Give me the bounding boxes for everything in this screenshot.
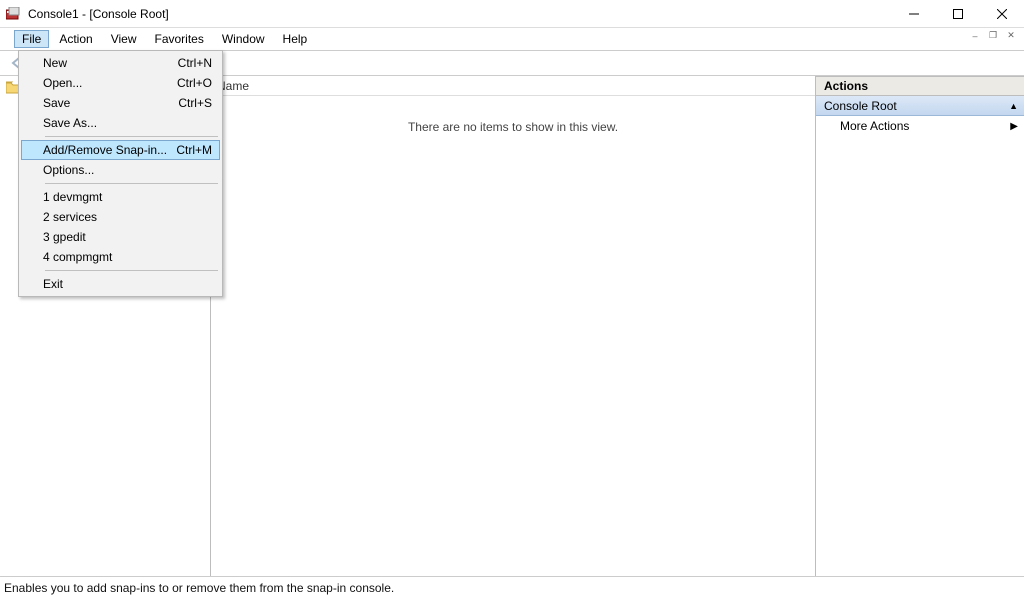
actions-section-label: Console Root bbox=[824, 99, 1009, 113]
menu-item-open[interactable]: Open...Ctrl+O bbox=[21, 73, 220, 93]
content-body: There are no items to show in this view. bbox=[211, 96, 815, 576]
close-button[interactable] bbox=[980, 0, 1024, 28]
content-pane: Name There are no items to show in this … bbox=[211, 76, 816, 576]
menu-item-add-remove-label: Add/Remove Snap-in... bbox=[43, 143, 176, 157]
menu-item-add-remove-snapin[interactable]: Add/Remove Snap-in...Ctrl+M bbox=[21, 140, 220, 160]
status-bar: Enables you to add snap-ins to or remove… bbox=[0, 576, 1024, 598]
menu-action[interactable]: Action bbox=[51, 30, 100, 48]
menu-favorites[interactable]: Favorites bbox=[147, 30, 212, 48]
menu-separator-3 bbox=[45, 270, 218, 271]
menu-separator bbox=[45, 136, 218, 137]
menu-item-exit-label: Exit bbox=[43, 277, 212, 291]
app-icon bbox=[6, 7, 22, 21]
menu-item-new-shortcut: Ctrl+N bbox=[178, 56, 212, 70]
menu-item-save-shortcut: Ctrl+S bbox=[178, 96, 212, 110]
maximize-button[interactable] bbox=[936, 0, 980, 28]
menu-bar: File Action View Favorites Window Help –… bbox=[0, 28, 1024, 50]
more-actions-label: More Actions bbox=[840, 119, 909, 133]
actions-section-header[interactable]: Console Root ▲ bbox=[816, 96, 1024, 116]
menu-item-open-label: Open... bbox=[43, 76, 177, 90]
menu-view[interactable]: View bbox=[103, 30, 145, 48]
menu-item-save-as-label: Save As... bbox=[43, 116, 212, 130]
actions-title: Actions bbox=[816, 76, 1024, 96]
menu-item-open-shortcut: Ctrl+O bbox=[177, 76, 212, 90]
menu-item-new[interactable]: NewCtrl+N bbox=[21, 53, 220, 73]
menu-window[interactable]: Window bbox=[214, 30, 273, 48]
menu-item-recent-2-label: 2 services bbox=[43, 210, 212, 224]
menu-item-exit[interactable]: Exit bbox=[21, 274, 220, 294]
menu-item-recent-1-label: 1 devmgmt bbox=[43, 190, 212, 204]
menu-item-recent-2[interactable]: 2 services bbox=[21, 207, 220, 227]
menu-item-save-as[interactable]: Save As... bbox=[21, 113, 220, 133]
actions-pane: Actions Console Root ▲ More Actions ▶ bbox=[816, 76, 1024, 576]
menu-item-recent-1[interactable]: 1 devmgmt bbox=[21, 187, 220, 207]
menu-item-options-label: Options... bbox=[43, 163, 212, 177]
menu-item-recent-3-label: 3 gpedit bbox=[43, 230, 212, 244]
file-menu-dropdown: NewCtrl+N Open...Ctrl+O SaveCtrl+S Save … bbox=[18, 50, 223, 297]
menu-item-recent-4-label: 4 compmgmt bbox=[43, 250, 212, 264]
mdi-restore-icon[interactable]: ❐ bbox=[986, 30, 1000, 41]
menu-file[interactable]: File bbox=[14, 30, 49, 48]
menu-item-save[interactable]: SaveCtrl+S bbox=[21, 93, 220, 113]
collapse-icon: ▲ bbox=[1009, 101, 1018, 111]
empty-message: There are no items to show in this view. bbox=[408, 120, 618, 134]
mdi-controls: – ❐ ✕ bbox=[968, 30, 1018, 41]
content-column-header[interactable]: Name bbox=[211, 76, 815, 96]
menu-item-recent-4[interactable]: 4 compmgmt bbox=[21, 247, 220, 267]
mdi-close-icon[interactable]: ✕ bbox=[1004, 30, 1018, 41]
menu-item-add-remove-shortcut: Ctrl+M bbox=[176, 143, 212, 157]
submenu-arrow-icon: ▶ bbox=[1010, 121, 1018, 132]
window-title: Console1 - [Console Root] bbox=[28, 7, 892, 21]
title-bar: Console1 - [Console Root] bbox=[0, 0, 1024, 28]
status-text: Enables you to add snap-ins to or remove… bbox=[4, 581, 394, 595]
menu-item-options[interactable]: Options... bbox=[21, 160, 220, 180]
menu-separator-2 bbox=[45, 183, 218, 184]
menu-help[interactable]: Help bbox=[275, 30, 316, 48]
more-actions-item[interactable]: More Actions ▶ bbox=[816, 116, 1024, 136]
menu-item-recent-3[interactable]: 3 gpedit bbox=[21, 227, 220, 247]
mdi-minimize-icon[interactable]: – bbox=[968, 30, 982, 41]
window-controls bbox=[892, 0, 1024, 28]
minimize-button[interactable] bbox=[892, 0, 936, 28]
menu-item-save-label: Save bbox=[43, 96, 178, 110]
menu-item-new-label: New bbox=[43, 56, 178, 70]
